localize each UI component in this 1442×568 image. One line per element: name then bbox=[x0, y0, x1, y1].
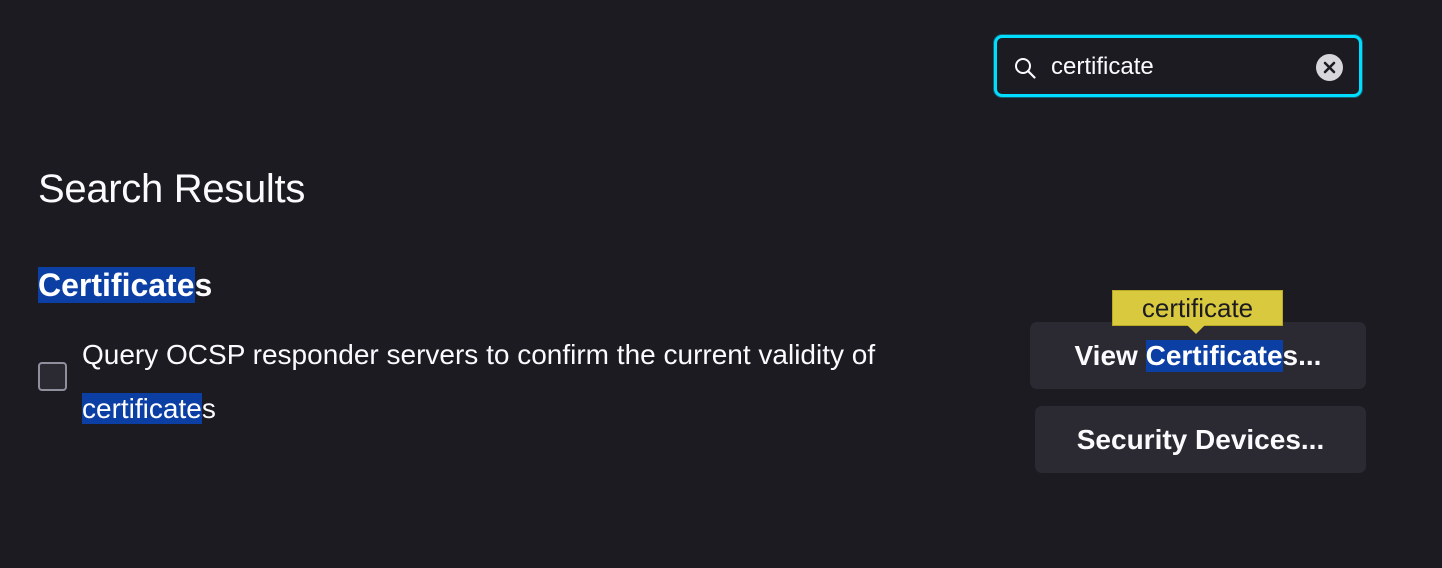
search-highlight: Certificate bbox=[1145, 339, 1283, 372]
search-box[interactable] bbox=[994, 35, 1362, 97]
view-button-prefix: View bbox=[1074, 339, 1146, 371]
search-highlight: certificate bbox=[82, 393, 202, 424]
search-input[interactable] bbox=[1051, 48, 1311, 86]
clear-search-icon[interactable] bbox=[1316, 54, 1343, 81]
settings-search-page: Search Results Certificates Query OCSP r… bbox=[0, 0, 1442, 568]
search-match-tooltip: certificate bbox=[1112, 290, 1283, 326]
search-icon bbox=[1014, 57, 1036, 79]
ocsp-checkbox[interactable] bbox=[38, 362, 67, 391]
search-highlight: Certificate bbox=[38, 267, 195, 303]
section-title-certificates: Certificates bbox=[38, 264, 212, 306]
view-button-suffix: s... bbox=[1282, 339, 1322, 371]
page-title: Search Results bbox=[38, 167, 306, 211]
tooltip-arrow bbox=[1187, 325, 1205, 334]
ocsp-label-rest: s bbox=[201, 393, 216, 424]
security-devices-button[interactable]: Security Devices... bbox=[1035, 406, 1366, 473]
ocsp-checkbox-label[interactable]: Query OCSP responder servers to confirm … bbox=[82, 328, 982, 436]
ocsp-label-text: Query OCSP responder servers to confirm … bbox=[82, 339, 876, 370]
section-title-rest: s bbox=[194, 267, 213, 303]
